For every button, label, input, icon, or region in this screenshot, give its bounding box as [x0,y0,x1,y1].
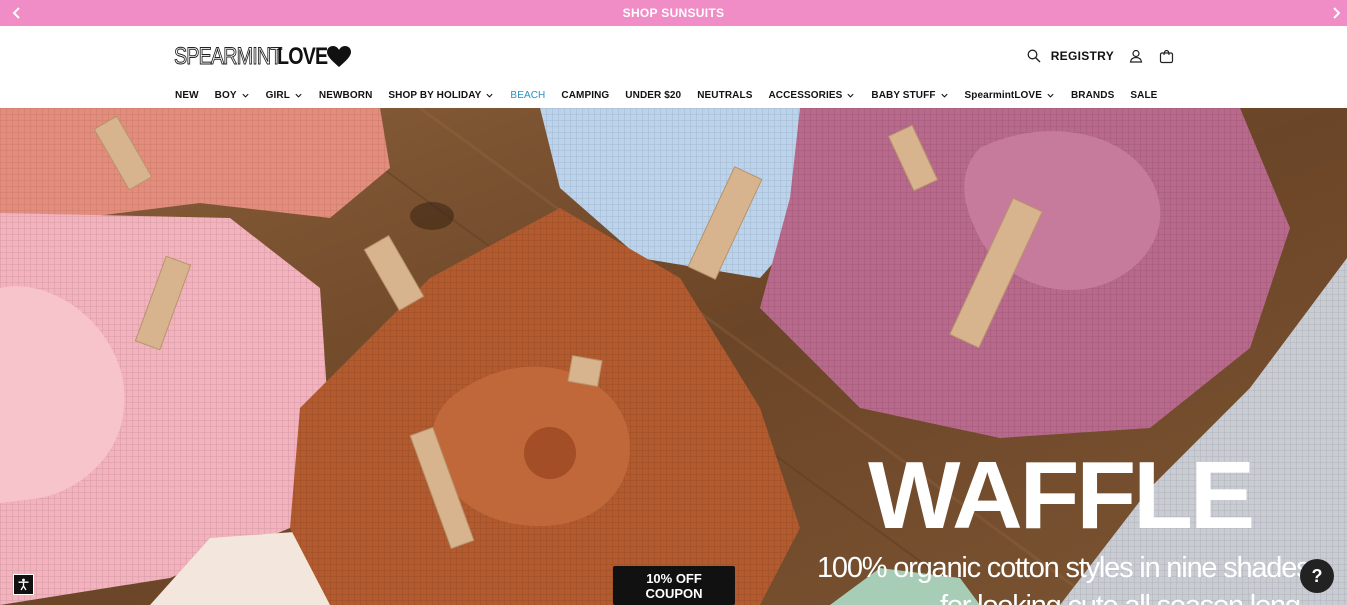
coupon-button[interactable]: 10% OFF COUPON [613,566,735,605]
accessibility-icon[interactable] [13,574,34,595]
nav-item-baby-stuff[interactable]: BABY STUFF [871,90,948,101]
cart-icon[interactable] [1157,47,1175,65]
main-nav: NEW BOY GIRL NEWBORN SHOP BY HOLIDAY BEACH CAM… [175,88,1173,102]
chevron-down-icon [295,93,302,98]
heart-icon [327,46,352,67]
nav-item-sale[interactable]: SALE [1130,90,1157,101]
nav-item-label: NEUTRALS [697,89,753,101]
chevron-left-icon[interactable] [8,4,26,22]
nav-item-accessories[interactable]: ACCESSORIES [768,90,855,101]
registry-link[interactable]: REGISTRY [1051,49,1114,63]
hero-title: WAFFLE [868,442,1255,549]
nav-item-girl[interactable]: GIRL [266,90,303,101]
search-icon[interactable] [1025,47,1043,65]
header-utilities: REGISTRY [1025,47,1175,65]
coupon-line2: COUPON [645,586,703,601]
nav-item-brands[interactable]: BRANDS [1071,90,1114,101]
nav-item-new[interactable]: NEW [175,90,199,101]
hero-banner[interactable]: WAFFLE 100% organic cotton styles in nin… [0,108,1347,605]
chevron-down-icon [847,93,854,98]
nav-item-label: BEACH [510,89,546,101]
chevron-down-icon [486,93,494,98]
nav-item-label: BOY [214,89,237,101]
nav-item-label: BRANDS [1070,89,1115,101]
nav-item-label: BABY STUFF [871,89,936,101]
nav-item-label: GIRL [265,89,290,101]
nav-item-beach[interactable]: BEACH [510,90,545,101]
chevron-down-icon [1047,93,1054,98]
nav-item-camping[interactable]: CAMPING [561,90,609,101]
nav-item-label: SpearmintLOVE [964,89,1042,101]
announcement-text[interactable]: SHOP SUNSUITS [623,6,725,20]
nav-item-label: NEWBORN [318,89,373,101]
nav-item-neutrals[interactable]: NEUTRALS [697,90,752,101]
nav-item-newborn[interactable]: NEWBORN [319,90,372,101]
chevron-down-icon [940,93,948,98]
user-icon[interactable] [1127,47,1145,65]
coupon-line1: 10% OFF [646,571,702,586]
hero-subtitle: 100% organic cotton styles in nine shade… [817,552,1311,584]
announcement-bar: SHOP SUNSUITS [0,0,1347,26]
nav-item-shop-by-holiday[interactable]: SHOP BY HOLIDAY [388,90,494,101]
nav-item-label: SALE [1130,89,1158,101]
nav-item-spearmintlove[interactable]: SpearmintLOVE [965,90,1055,101]
nav-item-under-20[interactable]: UNDER $20 [625,90,681,101]
help-button[interactable]: ? [1300,559,1334,593]
chevron-down-icon [242,93,249,98]
hero-subtitle-line2: for looking cute all season long [940,590,1301,605]
site-logo[interactable]: SPEARMINT LOVE [174,43,352,71]
chevron-right-icon[interactable] [1327,4,1345,22]
nav-item-boy[interactable]: BOY [215,90,250,101]
nav-item-label: NEW [175,89,199,101]
nav-item-label: UNDER $20 [625,89,682,101]
nav-item-label: SHOP BY HOLIDAY [388,89,482,101]
logo-text-bold: LOVE [277,43,328,70]
logo-text-thin: SPEARMINT [174,43,283,71]
nav-item-label: ACCESSORIES [768,89,843,101]
nav-item-label: CAMPING [561,89,610,101]
